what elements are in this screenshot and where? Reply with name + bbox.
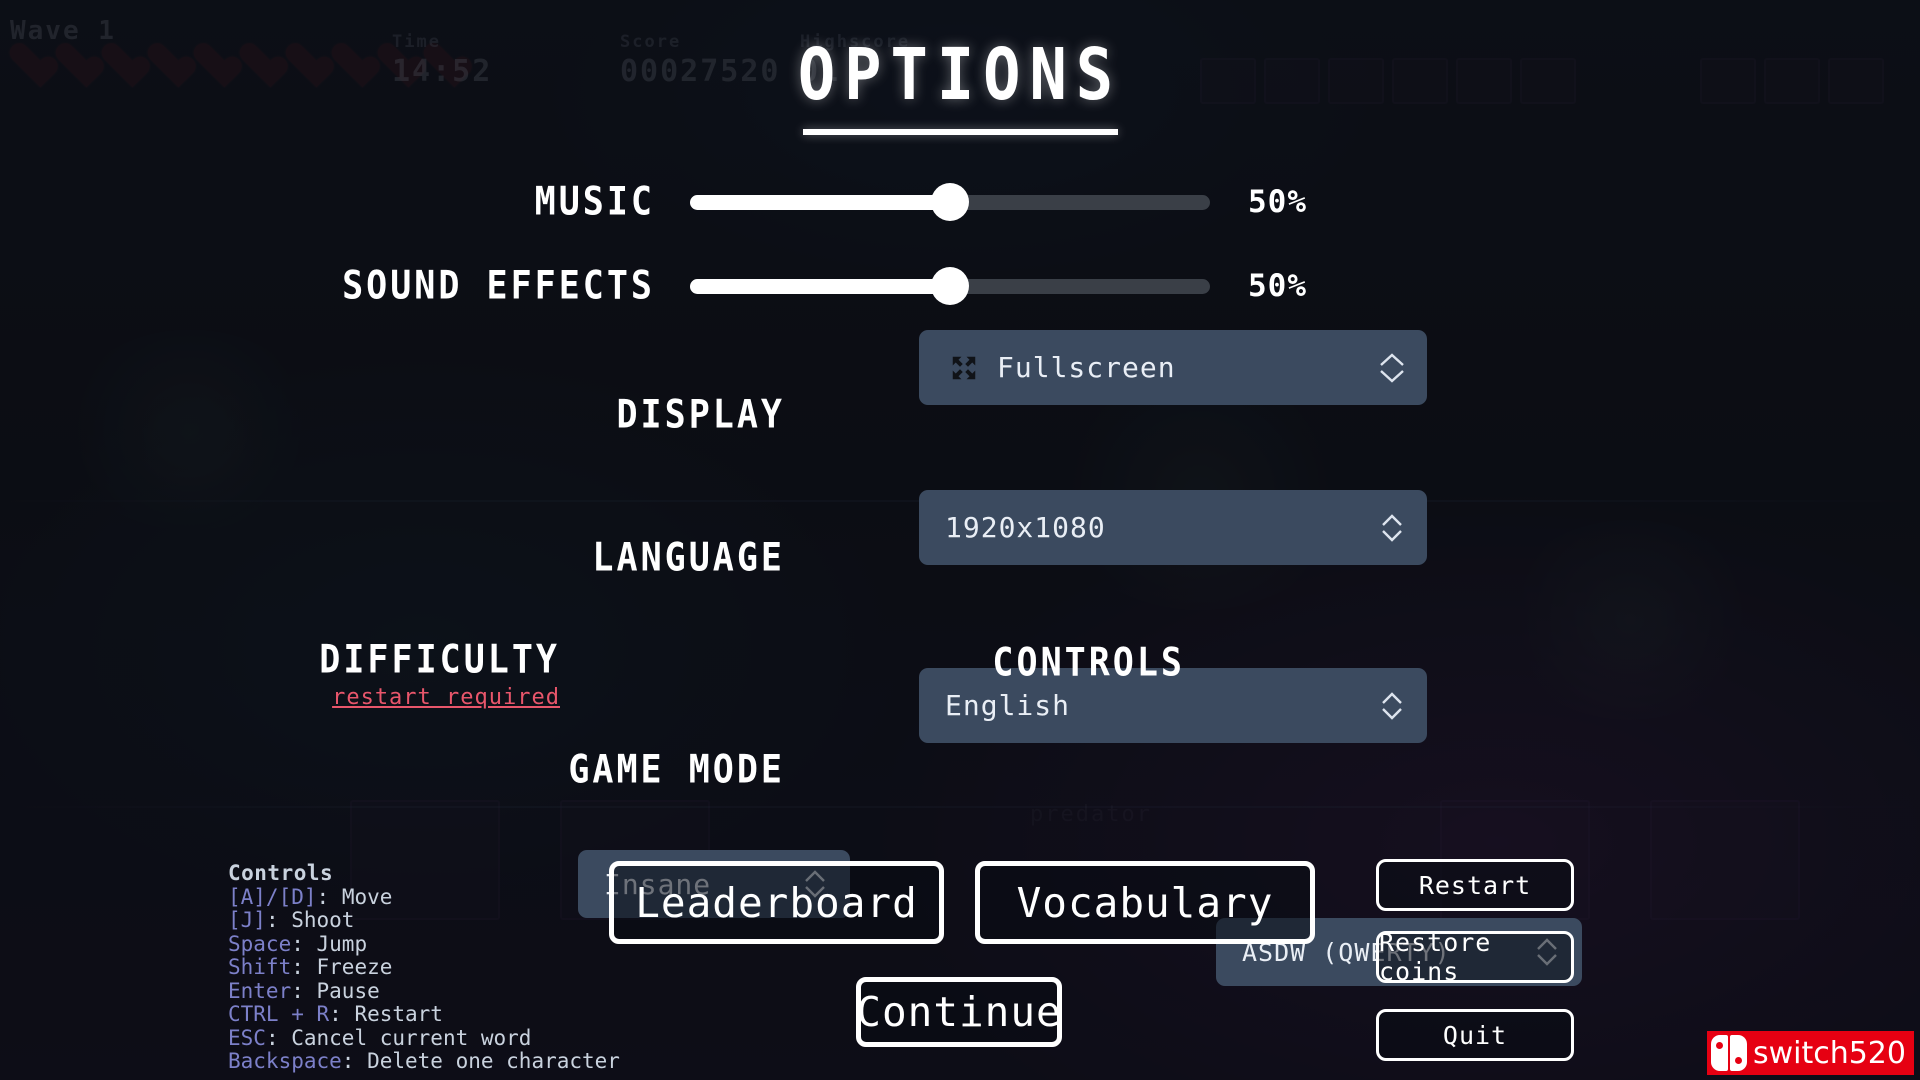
legend-desc: Cancel current word (291, 1025, 532, 1050)
legend-key: Backspace (228, 1049, 342, 1073)
chevron-updown-icon[interactable] (1379, 511, 1405, 545)
list-item: [A]/[D]: Move (228, 884, 393, 909)
options-title-block: OPTIONS (0, 33, 1920, 135)
title-underline (802, 129, 1118, 135)
list-item: Shift: Freeze (228, 955, 393, 979)
difficulty-label-block: DIFFICULTY restart required (200, 637, 560, 710)
legend-key: Shift (228, 955, 292, 979)
list-item: ESC: Cancel current word (228, 1025, 532, 1050)
page-title: OPTIONS (797, 32, 1123, 117)
sound-effects-label: SOUND EFFECTS (342, 263, 655, 309)
music-slider-fill (690, 194, 950, 210)
music-row: MUSIC 50% (325, 179, 1307, 225)
music-slider-knob[interactable] (931, 183, 969, 221)
restart-button[interactable]: Restart (1376, 859, 1574, 911)
vocabulary-button[interactable]: Vocabulary (975, 861, 1315, 944)
legend-desc: Freeze (316, 955, 393, 979)
list-item: Backspace: Delete one character (228, 1049, 620, 1073)
game-mode-label: GAME MODE (568, 747, 785, 793)
controls-legend: Controls [A]/[D]: Move [J]: Shoot Space:… (228, 861, 620, 1074)
legend-key: ESC (228, 1025, 266, 1050)
list-item: CTRL + R: Restart (228, 1002, 443, 1026)
sound-effects-slider-knob[interactable] (931, 267, 969, 305)
legend-desc: Shoot (291, 908, 355, 932)
quit-button[interactable]: Quit (1376, 1009, 1574, 1061)
legend-desc: Jump (316, 931, 368, 956)
controls-legend-title: Controls (228, 861, 334, 885)
sound-effects-row: SOUND EFFECTS 50% (325, 263, 1307, 309)
list-item: Space: Jump (228, 931, 368, 956)
language-value: English (945, 689, 1071, 722)
switch-logo-icon (1706, 1031, 1751, 1075)
display-label: DISPLAY (616, 392, 785, 438)
controls-label: CONTROLS (992, 640, 1185, 686)
list-item: [J]: Shoot (228, 908, 355, 932)
language-label: LANGUAGE (592, 535, 785, 581)
restore-coins-button[interactable]: Restore coins (1376, 928, 1574, 986)
music-slider[interactable] (690, 183, 1210, 221)
display-mode-value: Fullscreen (997, 351, 1176, 384)
sound-effects-slider[interactable] (690, 267, 1210, 305)
legend-key: [J] (228, 908, 266, 932)
resolution-value: 1920x1080 (945, 511, 1106, 544)
legend-desc: Restart (354, 1002, 443, 1026)
legend-key: Enter (228, 978, 292, 1003)
sound-effects-slider-fill (690, 278, 950, 294)
music-value: 50% (1248, 184, 1307, 220)
continue-button[interactable]: Continue (856, 977, 1062, 1047)
chevron-updown-icon[interactable] (1379, 689, 1405, 723)
music-label: MUSIC (534, 179, 655, 225)
legend-desc: Move (341, 884, 393, 909)
legend-key: CTRL + R (228, 1002, 330, 1026)
legend-key: [A]/[D] (228, 884, 317, 909)
list-item: Enter: Pause (228, 978, 380, 1003)
legend-key: Space (228, 931, 292, 956)
watermark-text: switch520 (1750, 1031, 1914, 1075)
difficulty-label: DIFFICULTY (319, 637, 560, 683)
watermark: switch520 (1706, 1030, 1914, 1076)
legend-desc: Pause (316, 978, 380, 1003)
difficulty-restart-note: restart required (332, 685, 560, 710)
legend-desc: Delete one character (367, 1049, 620, 1073)
leaderboard-button[interactable]: Leaderboard (609, 861, 944, 944)
resolution-dropdown[interactable]: 1920x1080 (919, 490, 1427, 565)
game-options-screen: predator Wave 1 Time 14:52 Score 0002752… (0, 0, 1920, 1080)
fullscreen-expand-icon (949, 353, 979, 383)
display-mode-dropdown[interactable]: Fullscreen (919, 330, 1427, 405)
chevron-updown-icon[interactable] (1379, 351, 1405, 385)
sound-effects-value: 50% (1248, 268, 1307, 304)
